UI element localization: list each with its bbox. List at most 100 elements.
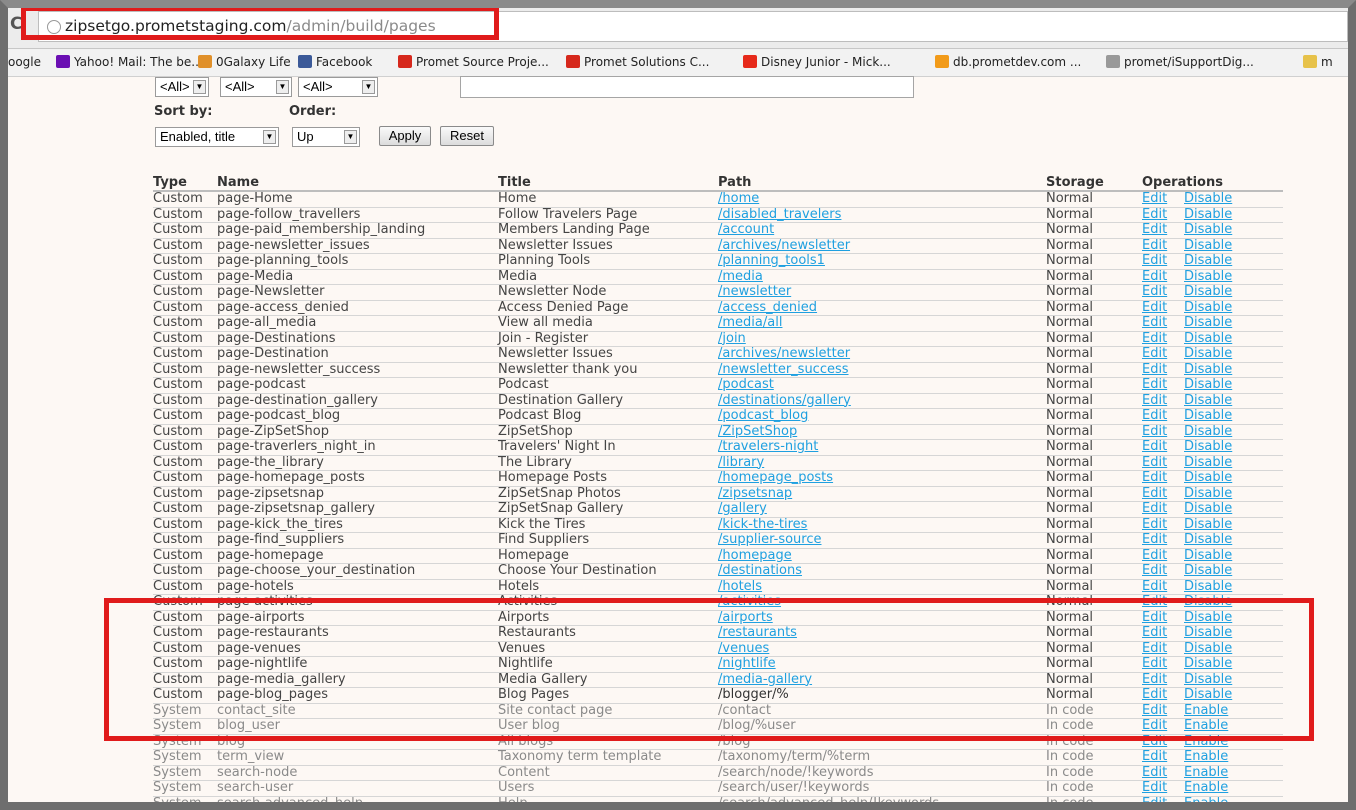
row-path[interactable]: /ZipSetShop bbox=[718, 424, 797, 439]
row-edit-link[interactable]: Edit bbox=[1142, 781, 1167, 795]
row-toggle-link[interactable]: Disable bbox=[1184, 517, 1232, 532]
row-edit-link[interactable]: Edit bbox=[1142, 455, 1167, 470]
header-title[interactable]: Title bbox=[498, 175, 531, 190]
row-path[interactable]: /kick-the-tires bbox=[718, 517, 807, 532]
bookmark-item[interactable]: promet/iSupportDig... bbox=[1106, 55, 1254, 69]
order-select[interactable]: Up ▼ bbox=[292, 127, 360, 147]
row-path[interactable]: /archives/newsletter bbox=[718, 347, 850, 361]
header-type[interactable]: Type bbox=[153, 175, 187, 190]
row-path[interactable]: /home bbox=[718, 192, 759, 206]
row-edit-link[interactable]: Edit bbox=[1142, 548, 1167, 563]
row-edit-link[interactable]: Edit bbox=[1142, 424, 1167, 439]
row-toggle-link[interactable]: Disable bbox=[1184, 424, 1232, 439]
row-toggle-link[interactable]: Disable bbox=[1184, 300, 1232, 315]
row-toggle-link[interactable]: Disable bbox=[1184, 579, 1232, 594]
row-toggle-link[interactable]: Disable bbox=[1184, 455, 1232, 470]
bookmark-item[interactable]: Disney Junior - Mick... bbox=[743, 55, 891, 69]
row-path[interactable]: /podcast bbox=[718, 378, 774, 392]
row-toggle-link[interactable]: Disable bbox=[1184, 486, 1232, 501]
row-edit-link[interactable]: Edit bbox=[1142, 564, 1167, 578]
row-edit-link[interactable]: Edit bbox=[1142, 300, 1167, 315]
row-edit-link[interactable]: Edit bbox=[1142, 393, 1167, 408]
row-toggle-link[interactable]: Enable bbox=[1184, 781, 1228, 795]
row-toggle-link[interactable]: Disable bbox=[1184, 331, 1232, 346]
row-edit-link[interactable]: Edit bbox=[1142, 517, 1167, 532]
row-toggle-link[interactable]: Disable bbox=[1184, 409, 1232, 423]
row-path[interactable]: /newsletter bbox=[718, 285, 791, 299]
row-toggle-link[interactable]: Disable bbox=[1184, 378, 1232, 392]
row-toggle-link[interactable]: Disable bbox=[1184, 238, 1232, 253]
row-toggle-link[interactable]: Disable bbox=[1184, 440, 1232, 454]
row-edit-link[interactable]: Edit bbox=[1142, 533, 1167, 547]
row-path[interactable]: /newsletter_success bbox=[718, 362, 849, 377]
row-toggle-link[interactable]: Disable bbox=[1184, 564, 1232, 578]
row-path[interactable]: /homepage bbox=[718, 548, 792, 563]
row-toggle-link[interactable]: Enable bbox=[1184, 796, 1228, 802]
row-path[interactable]: /access_denied bbox=[718, 300, 817, 315]
header-path[interactable]: Path bbox=[718, 175, 751, 190]
row-toggle-link[interactable]: Disable bbox=[1184, 269, 1232, 284]
row-toggle-link[interactable]: Disable bbox=[1184, 223, 1232, 237]
row-toggle-link[interactable]: Disable bbox=[1184, 207, 1232, 222]
reset-button[interactable]: Reset bbox=[440, 126, 494, 146]
row-path[interactable]: /media/all bbox=[718, 316, 782, 330]
row-toggle-link[interactable]: Disable bbox=[1184, 347, 1232, 361]
row-toggle-link[interactable]: Disable bbox=[1184, 502, 1232, 516]
row-path[interactable]: /zipsetsnap bbox=[718, 486, 792, 501]
row-path[interactable]: /disabled_travelers bbox=[718, 207, 841, 222]
row-edit-link[interactable]: Edit bbox=[1142, 502, 1167, 516]
row-toggle-link[interactable]: Disable bbox=[1184, 533, 1232, 547]
row-toggle-link[interactable]: Enable bbox=[1184, 750, 1228, 764]
tag-filter-select[interactable]: <All> ▼ bbox=[220, 77, 292, 97]
row-edit-link[interactable]: Edit bbox=[1142, 378, 1167, 392]
row-edit-link[interactable]: Edit bbox=[1142, 765, 1167, 780]
row-toggle-link[interactable]: Disable bbox=[1184, 548, 1232, 563]
row-edit-link[interactable]: Edit bbox=[1142, 471, 1167, 485]
row-edit-link[interactable]: Edit bbox=[1142, 331, 1167, 346]
bookmark-item[interactable]: 0Galaxy Life bbox=[198, 55, 291, 69]
apply-button[interactable]: Apply bbox=[379, 126, 431, 146]
bookmark-item[interactable]: oogle bbox=[8, 55, 41, 69]
row-toggle-link[interactable]: Enable bbox=[1184, 765, 1228, 780]
row-toggle-link[interactable]: Disable bbox=[1184, 254, 1232, 268]
row-edit-link[interactable]: Edit bbox=[1142, 347, 1167, 361]
row-path[interactable]: /podcast_blog bbox=[718, 409, 808, 423]
row-edit-link[interactable]: Edit bbox=[1142, 254, 1167, 268]
row-path[interactable]: /homepage_posts bbox=[718, 471, 833, 485]
storage-filter-select[interactable]: <All> ▼ bbox=[298, 77, 378, 97]
row-edit-link[interactable]: Edit bbox=[1142, 486, 1167, 501]
row-edit-link[interactable]: Edit bbox=[1142, 750, 1167, 764]
row-path[interactable]: /archives/newsletter bbox=[718, 238, 850, 253]
row-toggle-link[interactable]: Disable bbox=[1184, 471, 1232, 485]
row-edit-link[interactable]: Edit bbox=[1142, 440, 1167, 454]
row-toggle-link[interactable]: Disable bbox=[1184, 316, 1232, 330]
bookmark-item[interactable]: db.prometdev.com ... bbox=[935, 55, 1081, 69]
row-edit-link[interactable]: Edit bbox=[1142, 796, 1167, 802]
row-path[interactable]: /account bbox=[718, 223, 774, 237]
row-path[interactable]: /destinations/gallery bbox=[718, 393, 851, 408]
row-path[interactable]: /planning_tools1 bbox=[718, 254, 825, 268]
row-edit-link[interactable]: Edit bbox=[1142, 207, 1167, 222]
row-toggle-link[interactable]: Disable bbox=[1184, 393, 1232, 408]
row-path[interactable]: /hotels bbox=[718, 579, 762, 594]
row-path[interactable]: /supplier-source bbox=[718, 533, 822, 547]
row-toggle-link[interactable]: Disable bbox=[1184, 192, 1232, 206]
row-edit-link[interactable]: Edit bbox=[1142, 238, 1167, 253]
row-edit-link[interactable]: Edit bbox=[1142, 409, 1167, 423]
row-path[interactable]: /gallery bbox=[718, 502, 767, 516]
row-edit-link[interactable]: Edit bbox=[1142, 362, 1167, 377]
type-filter-select[interactable]: <All> ▼ bbox=[155, 77, 209, 97]
bookmark-item[interactable]: Promet Source Proje... bbox=[398, 55, 549, 69]
row-toggle-link[interactable]: Disable bbox=[1184, 362, 1232, 377]
sort-by-select[interactable]: Enabled, title ▼ bbox=[155, 127, 279, 147]
bookmark-item[interactable]: m bbox=[1303, 55, 1333, 69]
row-path[interactable]: /media bbox=[718, 269, 763, 284]
bookmark-item[interactable]: Yahoo! Mail: The be... bbox=[56, 55, 203, 69]
row-edit-link[interactable]: Edit bbox=[1142, 223, 1167, 237]
bookmark-item[interactable]: Promet Solutions C... bbox=[566, 55, 709, 69]
row-toggle-link[interactable]: Disable bbox=[1184, 285, 1232, 299]
row-path[interactable]: /join bbox=[718, 331, 746, 346]
row-edit-link[interactable]: Edit bbox=[1142, 316, 1167, 330]
header-name[interactable]: Name bbox=[217, 175, 259, 190]
row-edit-link[interactable]: Edit bbox=[1142, 579, 1167, 594]
